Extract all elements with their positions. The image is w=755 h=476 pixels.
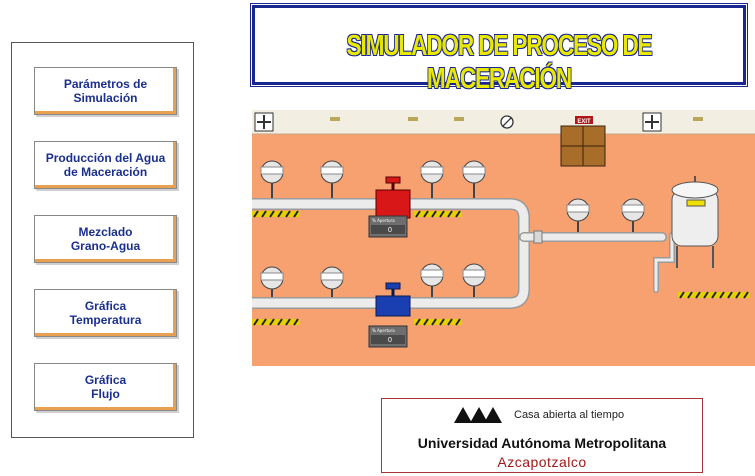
apertura-value: 0 <box>388 227 392 234</box>
gauge <box>320 160 344 198</box>
gauge <box>260 266 284 297</box>
gauge <box>462 263 486 297</box>
button-label-line1: Producción del Agua <box>45 151 166 165</box>
page-title: SIMULADOR DE PROCESO DE MACERACIÓN <box>346 30 653 95</box>
button-label-line1: Gráfica <box>84 299 127 313</box>
produccion-agua-button[interactable]: Producción del Agua de Maceración <box>34 141 177 189</box>
process-diagram: EXIT % Apertura 0 % Apertura 0 <box>252 110 755 366</box>
gauge <box>420 160 444 198</box>
red-valve-apertura-box: % Apertura 0 <box>368 215 408 238</box>
logo-tagline: Casa abierta al tiempo <box>514 409 625 421</box>
button-label-line1: Gráfica <box>84 373 127 387</box>
gauge <box>420 263 444 297</box>
gauge <box>260 160 284 198</box>
exit-sign-text: EXIT <box>577 119 591 125</box>
red-valve[interactable] <box>375 176 411 219</box>
grafica-flujo-button[interactable]: Gráfica Flujo <box>34 363 177 411</box>
gauge <box>320 266 344 297</box>
gauge <box>566 198 590 232</box>
button-label-line2: de Maceración <box>63 165 148 179</box>
button-label-line2: Grano-Agua <box>70 239 141 253</box>
door <box>560 125 606 167</box>
title-banner: SIMULADOR DE PROCESO DE MACERACIÓN <box>252 5 746 95</box>
maceration-tank <box>671 176 719 268</box>
apertura-label: % Apertura <box>372 218 395 223</box>
fan-icon <box>642 112 662 132</box>
button-label-line1: Parámetros de <box>63 77 148 91</box>
university-logo: Casa abierta al tiempo Universidad Autón… <box>381 398 703 473</box>
pipes <box>252 198 675 309</box>
gauge <box>621 198 645 232</box>
blue-valve-apertura-box: % Apertura 0 <box>368 325 408 348</box>
process-svg: EXIT % Apertura 0 % Apertura 0 <box>252 110 755 348</box>
pipe-flange <box>533 230 543 244</box>
apertura-label: % Apertura <box>372 328 395 333</box>
gauge <box>462 160 486 198</box>
navigation-panel: Parámetros de Simulación Producción del A… <box>11 42 194 438</box>
fan-icon <box>254 112 274 132</box>
mezclado-grano-agua-button[interactable]: Mezclado Grano-Agua <box>34 215 177 263</box>
logo-campus-name: Azcapotzalco <box>497 454 587 470</box>
no-smoking-icon <box>500 115 514 129</box>
parametros-simulacion-button[interactable]: Parámetros de Simulación <box>34 67 177 115</box>
button-label-line2: Simulación <box>73 91 138 105</box>
button-label-line2: Temperatura <box>69 313 142 327</box>
blue-valve[interactable] <box>375 282 411 317</box>
grafica-temperatura-button[interactable]: Gráfica Temperatura <box>34 289 177 337</box>
logo-university-name: Universidad Autónoma Metropolitana <box>417 435 667 451</box>
apertura-value: 0 <box>388 337 392 344</box>
button-label-line1: Mezclado <box>78 225 133 239</box>
button-label-line2: Flujo <box>91 387 120 401</box>
